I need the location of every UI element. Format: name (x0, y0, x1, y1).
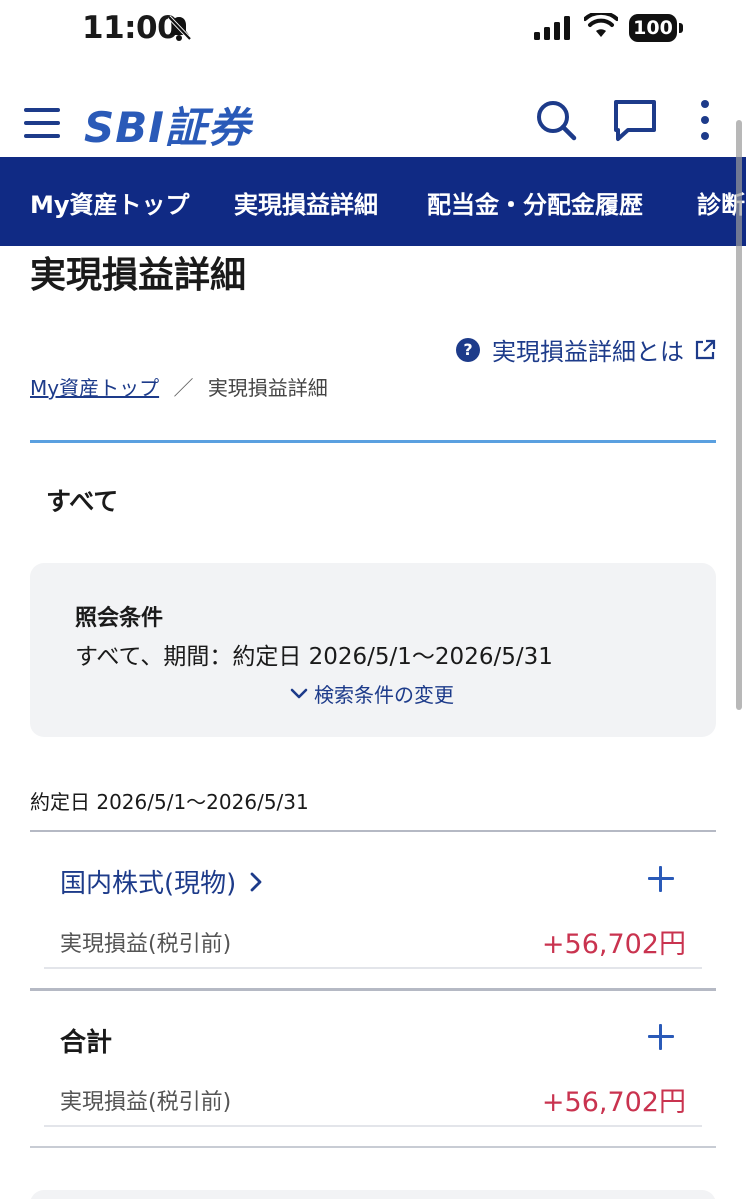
status-time: 11:00 (82, 10, 179, 46)
total-title: 合計 (60, 1028, 113, 1058)
status-bar: 11:00 100 (0, 0, 746, 58)
chevron-down-icon (290, 688, 308, 698)
expand-plus-icon[interactable] (648, 866, 674, 892)
breadcrumb-separator: ／ (173, 376, 194, 400)
more-options-icon[interactable] (698, 100, 712, 142)
section-divider (30, 830, 716, 832)
expand-plus-icon[interactable] (648, 1024, 674, 1050)
external-link-icon (695, 339, 716, 359)
realized-pl-value: +56,702円 (541, 929, 686, 960)
category-nav: My資産トップ 実現損益詳細 配当金・分配金履歴 診断 (0, 157, 746, 246)
next-panel (30, 1190, 716, 1199)
change-conditions-link[interactable]: 検索条件の変更 (290, 679, 454, 708)
breadcrumb-current: 実現損益詳細 (207, 376, 328, 400)
app-header: SBI証券 (0, 80, 746, 158)
page-scrollbar[interactable] (736, 120, 742, 710)
wifi-icon (584, 13, 618, 37)
realized-pl-value: +56,702円 (541, 1087, 686, 1118)
section-divider (30, 988, 716, 991)
sbi-logo[interactable]: SBI証券 (84, 94, 251, 155)
question-icon: ? (456, 337, 480, 362)
section-divider (30, 1146, 716, 1148)
tab-all[interactable]: すべて (46, 482, 118, 518)
row-divider (44, 967, 702, 969)
breadcrumb: My資産トップ ／ 実現損益詳細 (30, 372, 328, 401)
chat-icon[interactable] (612, 98, 658, 142)
nav-item-realized-pl[interactable]: 実現損益詳細 (234, 185, 378, 220)
help-link-label: 実現損益詳細とは (492, 338, 684, 366)
battery-indicator: 100 (629, 14, 677, 42)
breadcrumb-home-link[interactable]: My資産トップ (30, 376, 159, 400)
page-title: 実現損益詳細 (30, 255, 247, 296)
search-icon[interactable] (534, 98, 578, 142)
battery-nub (679, 23, 683, 33)
conditions-title: 照会条件 (75, 606, 164, 631)
domestic-stocks-link[interactable]: 国内株式(現物) (60, 863, 264, 900)
section-domestic-stocks: 国内株式(現物) 実現損益(税引前) +56,702円 (30, 830, 716, 990)
section-total: 合計 実現損益(税引前) +56,702円 (30, 988, 716, 1148)
change-conditions-label: 検索条件の変更 (314, 683, 454, 707)
conditions-text: すべて、期間：約定日 2026/5/1〜2026/5/31 (75, 644, 553, 670)
nav-item-my-assets[interactable]: My資産トップ (30, 185, 190, 220)
nav-item-dividend-history[interactable]: 配当金・分配金履歴 (427, 185, 643, 220)
signal-icon (534, 16, 570, 40)
help-link[interactable]: ? 実現損益詳細とは (456, 332, 716, 367)
realized-pl-label: 実現損益(税引前) (60, 1090, 232, 1115)
tab-underline (30, 440, 716, 443)
row-divider (44, 1125, 702, 1127)
hamburger-menu-icon[interactable] (24, 108, 62, 140)
section-title: 国内株式(現物) (60, 869, 237, 899)
bell-muted-icon (167, 15, 192, 41)
date-range-label: 約定日 2026/5/1〜2026/5/31 (30, 790, 309, 814)
realized-pl-label: 実現損益(税引前) (60, 932, 232, 957)
chevron-right-icon (250, 872, 262, 891)
query-conditions-box: 照会条件 すべて、期間：約定日 2026/5/1〜2026/5/31 検索条件の… (30, 563, 716, 737)
